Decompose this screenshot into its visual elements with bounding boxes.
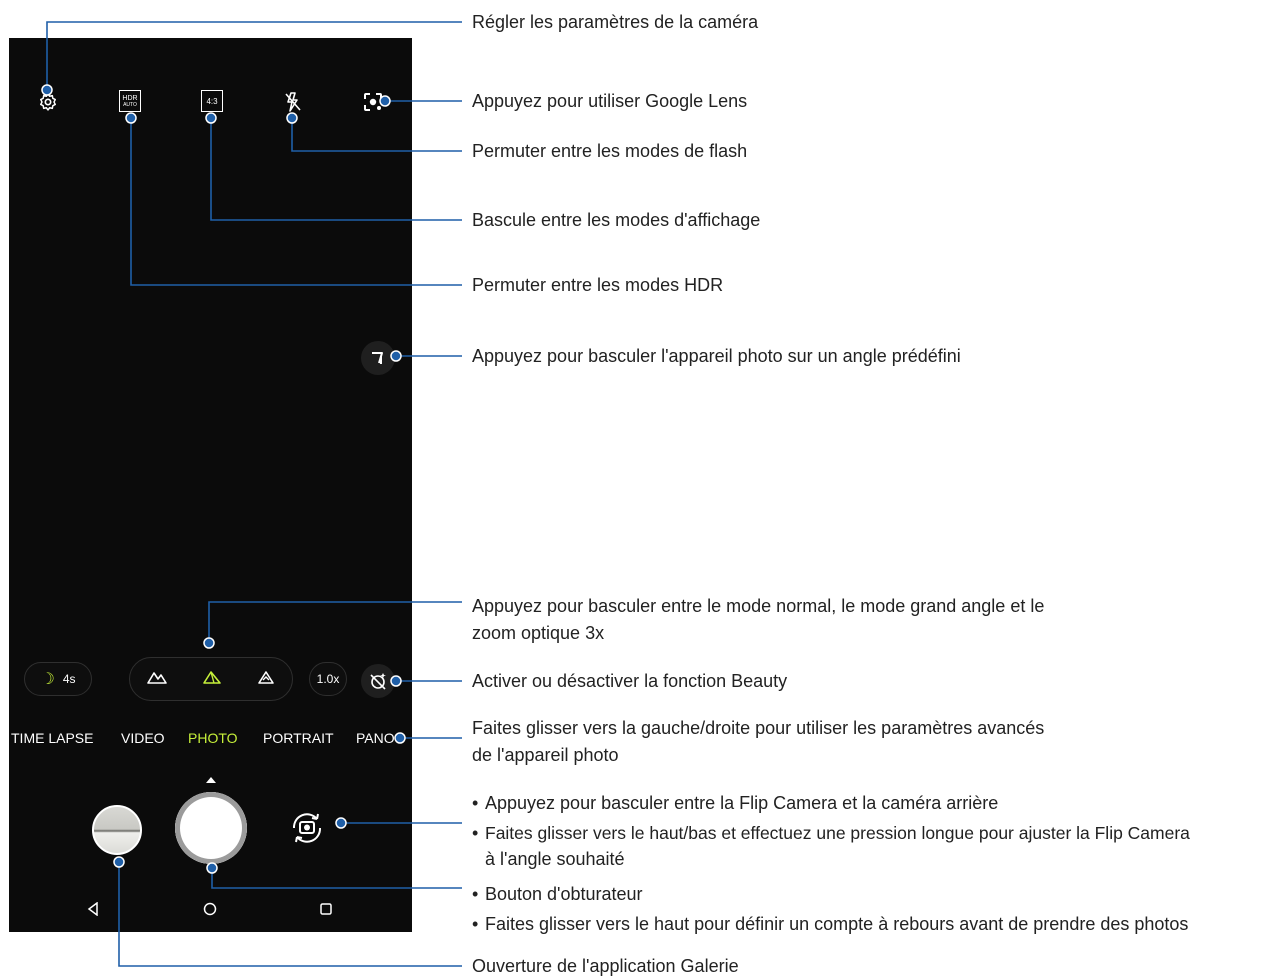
dot-shutter xyxy=(206,862,218,874)
line-shutter xyxy=(211,868,462,889)
callout-flip-bullet2-line1: Faites glisser vers le haut/bas et effec… xyxy=(485,823,1190,843)
dot-beauty xyxy=(390,675,402,687)
line-flash xyxy=(291,118,462,152)
bullet-dot: • xyxy=(472,823,479,843)
dot-flip xyxy=(335,817,347,829)
dot-settings xyxy=(41,84,53,96)
dot-flash xyxy=(286,112,298,124)
line-hdr xyxy=(130,118,462,286)
dot-gallery xyxy=(113,856,125,868)
callout-gallery: Ouverture de l'application Galerie xyxy=(472,956,739,976)
line-gallery xyxy=(118,862,462,967)
line-settings xyxy=(46,21,462,90)
callout-preset-angle: Appuyez pour basculer l'appareil photo s… xyxy=(472,346,961,366)
callout-settings: Régler les paramètres de la caméra xyxy=(472,12,759,32)
callout-zoom-line2: zoom optique 3x xyxy=(472,623,605,643)
callout-display-modes: Bascule entre les modes d'affichage xyxy=(472,210,761,230)
callout-flash: Permuter entre les modes de flash xyxy=(472,141,748,161)
callout-google-lens: Appuyez pour utiliser Google Lens xyxy=(472,91,748,111)
dot-lens xyxy=(379,95,391,107)
dot-swipe xyxy=(394,732,406,744)
callout-flip-bullet2-line2: à l'angle souhaité xyxy=(485,849,625,869)
bullet-dot: • xyxy=(472,914,479,934)
callout-hdr: Permuter entre les modes HDR xyxy=(472,275,724,295)
callout-shutter-bullet1: Bouton d'obturateur xyxy=(485,884,643,904)
dot-display xyxy=(205,112,217,124)
line-display xyxy=(210,118,462,221)
callout-shutter-bullet2: Faites glisser vers le haut pour définir… xyxy=(485,914,1189,934)
callout-swipe-line2: de l'appareil photo xyxy=(472,745,619,765)
dot-zoom xyxy=(203,637,215,649)
callout-swipe-line1: Faites glisser vers la gauche/droite pou… xyxy=(472,718,1045,738)
line-zoom xyxy=(208,601,462,643)
dot-angle xyxy=(390,350,402,362)
callout-flip-bullet1: Appuyez pour basculer entre la Flip Came… xyxy=(485,793,999,813)
callout-beauty: Activer ou désactiver la fonction Beauty xyxy=(472,671,788,691)
bullet-dot: • xyxy=(472,884,479,904)
dot-hdr xyxy=(125,112,137,124)
bullet-dot: • xyxy=(472,793,479,813)
callout-zoom-line1: Appuyez pour basculer entre le mode norm… xyxy=(472,596,1045,616)
